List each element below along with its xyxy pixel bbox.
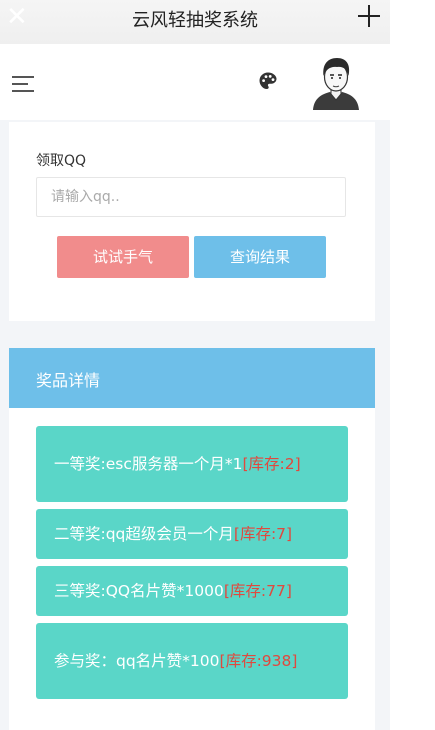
- prize-stock: [库存:77]: [223, 581, 292, 600]
- prize-text: 二等奖:qq超级会员一个月: [54, 524, 234, 543]
- try-luck-button[interactable]: 试试手气: [57, 236, 189, 278]
- prize-stock: [库存:938]: [219, 651, 298, 670]
- prize-item-third: 三等奖:QQ名片赞*1000[库存:77]: [36, 566, 348, 616]
- palette-icon[interactable]: [258, 71, 278, 91]
- prize-stock: [库存:7]: [233, 524, 293, 543]
- avatar[interactable]: [310, 54, 362, 110]
- title-bar: ✕ 云风轻抽奖系统: [0, 0, 390, 44]
- prize-item-first: 一等奖:esc服务器一个月*1[库存:2]: [36, 426, 348, 502]
- prize-details-header: 奖品详情: [9, 348, 375, 408]
- prize-text: 参与奖：qq名片赞*100: [54, 651, 220, 670]
- prize-item-participation: 参与奖：qq名片赞*100[库存:938]: [36, 623, 348, 699]
- prize-stock: [库存:2]: [242, 454, 301, 473]
- lottery-form-card: 领取QQ 试试手气 查询结果: [9, 122, 375, 321]
- app-header: [0, 44, 390, 120]
- page-title: 云风轻抽奖系统: [132, 10, 258, 31]
- hamburger-menu-icon[interactable]: [12, 76, 34, 92]
- query-result-button[interactable]: 查询结果: [194, 236, 326, 278]
- prize-text: 三等奖:QQ名片赞*1000: [54, 581, 224, 600]
- prize-details-title: 奖品详情: [36, 371, 101, 390]
- prize-details-card: 奖品详情 一等奖:esc服务器一个月*1[库存:2] 二等奖:qq超级会员一个月…: [9, 348, 375, 730]
- plus-icon[interactable]: [356, 2, 382, 30]
- prize-item-second: 二等奖:qq超级会员一个月[库存:7]: [36, 509, 348, 559]
- qq-input[interactable]: [36, 177, 346, 217]
- qq-label: 领取QQ: [36, 153, 87, 169]
- prize-text: 一等奖:esc服务器一个月*1: [54, 454, 243, 473]
